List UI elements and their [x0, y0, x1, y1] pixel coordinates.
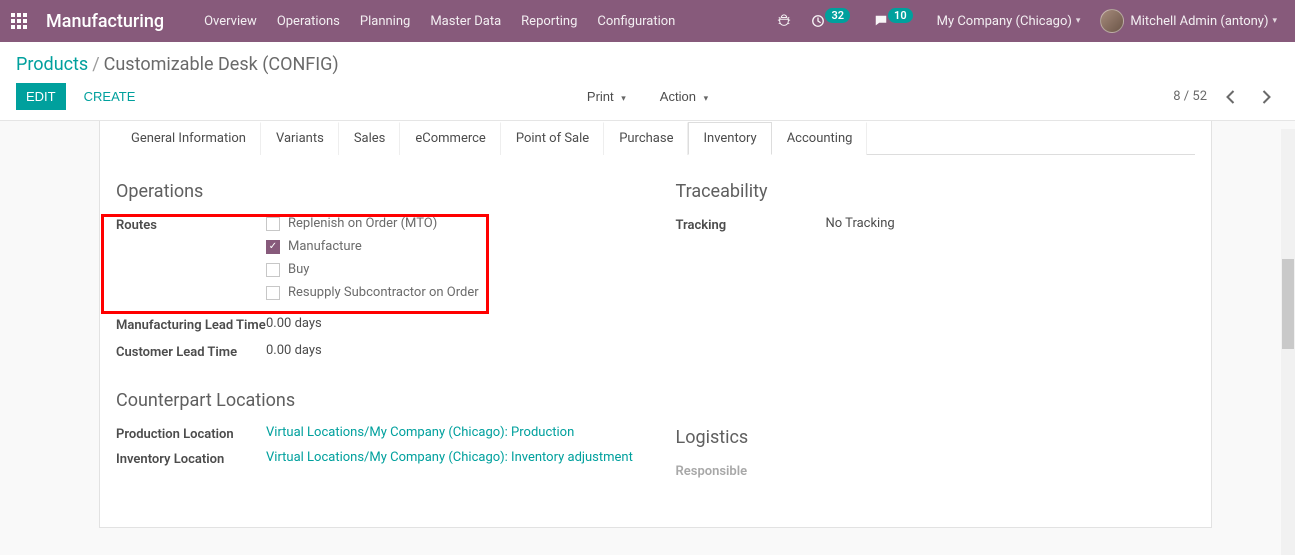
form-sheet: General Information Variants Sales eComm… — [99, 121, 1212, 528]
tab-variants[interactable]: Variants — [261, 122, 339, 155]
pager-position: 8 / 52 — [1173, 89, 1207, 104]
route-option-manufacture[interactable]: ✓ Manufacture — [266, 239, 636, 254]
nav-item-planning[interactable]: Planning — [350, 14, 420, 29]
field-responsible: Responsible — [676, 462, 1196, 479]
chevron-down-icon: ▾ — [1272, 16, 1277, 26]
activity-badge: 32 — [825, 8, 850, 23]
user-name: Mitchell Admin (antony) — [1130, 14, 1268, 29]
right-column: Traceability Tracking No Tracking Logist… — [676, 179, 1196, 487]
company-name: My Company (Chicago) — [937, 14, 1072, 29]
nav-item-master-data[interactable]: Master Data — [420, 14, 511, 29]
inv-loc-value: Virtual Locations/My Company (Chicago): … — [266, 450, 636, 465]
tab-inventory[interactable]: Inventory — [688, 122, 771, 155]
route-option-buy[interactable]: Buy — [266, 262, 636, 277]
notebook-tabs: General Information Variants Sales eComm… — [116, 121, 1195, 155]
route-label: Resupply Subcontractor on Order — [288, 285, 479, 300]
tab-general-information[interactable]: General Information — [116, 122, 261, 155]
nav-item-operations[interactable]: Operations — [267, 14, 350, 29]
nav-item-configuration[interactable]: Configuration — [587, 14, 685, 29]
nav-item-reporting[interactable]: Reporting — [511, 14, 587, 29]
breadcrumb: Products/Customizable Desk (CONFIG) — [0, 42, 1295, 83]
message-badge: 10 — [888, 8, 913, 23]
route-option-mto[interactable]: Replenish on Order (MTO) — [266, 216, 636, 231]
print-label: Print — [587, 89, 614, 104]
tab-sales[interactable]: Sales — [339, 122, 401, 155]
tracking-label: Tracking — [676, 216, 826, 233]
create-button[interactable]: CREATE — [74, 83, 146, 110]
avatar — [1100, 9, 1124, 33]
cust-lead-value: 0.00 days — [266, 343, 636, 358]
routes-label: Routes — [116, 216, 266, 233]
chevron-down-icon: ▾ — [704, 93, 709, 103]
nav-left: Manufacturing Overview Operations Planni… — [10, 0, 685, 42]
tab-ecommerce[interactable]: eCommerce — [400, 122, 500, 155]
form-scroll-area[interactable]: General Information Variants Sales eComm… — [0, 121, 1295, 547]
responsible-label: Responsible — [676, 462, 826, 479]
action-label: Action — [660, 89, 696, 104]
activity-indicator[interactable]: 32 — [801, 0, 864, 42]
pager-prev[interactable] — [1217, 84, 1243, 110]
prod-loc-value: Virtual Locations/My Company (Chicago): … — [266, 425, 636, 440]
prod-loc-link[interactable]: Virtual Locations/My Company (Chicago): … — [266, 425, 574, 440]
tab-accounting[interactable]: Accounting — [772, 122, 868, 155]
nav-item-overview[interactable]: Overview — [194, 14, 267, 29]
checkbox-unchecked-icon — [266, 217, 280, 231]
print-dropdown[interactable]: Print ▾ — [577, 83, 636, 110]
field-tracking: Tracking No Tracking — [676, 216, 1196, 233]
left-column: Operations Routes Replenish on Order (MT… — [116, 179, 636, 487]
form-columns: Operations Routes Replenish on Order (MT… — [116, 179, 1195, 487]
company-switcher[interactable]: My Company (Chicago) ▾ — [927, 0, 1091, 42]
section-traceability-title: Traceability — [676, 181, 1196, 202]
route-option-resupply-subcontractor[interactable]: Resupply Subcontractor on Order — [266, 285, 636, 300]
inv-loc-link[interactable]: Virtual Locations/My Company (Chicago): … — [266, 450, 633, 465]
chevron-down-icon: ▾ — [621, 93, 626, 103]
action-row: EDIT CREATE Print ▾ Action ▾ 8 / 52 — [0, 83, 1295, 120]
cust-lead-label: Customer Lead Time — [116, 343, 266, 360]
mfg-lead-value: 0.00 days — [266, 316, 636, 331]
pager-next[interactable] — [1253, 84, 1279, 110]
checkbox-unchecked-icon — [266, 263, 280, 277]
breadcrumb-current: Customizable Desk (CONFIG) — [104, 54, 339, 75]
vertical-scrollbar-track[interactable] — [1281, 129, 1295, 555]
control-bar: Products/Customizable Desk (CONFIG) EDIT… — [0, 42, 1295, 121]
edit-button[interactable]: EDIT — [16, 83, 66, 110]
action-dropdown[interactable]: Action ▾ — [650, 83, 718, 110]
messaging-indicator[interactable]: 10 — [864, 0, 927, 42]
route-label: Manufacture — [288, 239, 362, 254]
apps-icon[interactable] — [10, 12, 28, 30]
field-production-location: Production Location Virtual Locations/My… — [116, 425, 636, 442]
nav-menu: Overview Operations Planning Master Data… — [194, 14, 685, 29]
top-navbar: Manufacturing Overview Operations Planni… — [0, 0, 1295, 42]
bug-icon[interactable] — [767, 0, 801, 42]
field-manufacturing-lead-time: Manufacturing Lead Time 0.00 days — [116, 316, 636, 335]
tracking-value: No Tracking — [826, 216, 1196, 231]
tab-purchase[interactable]: Purchase — [604, 122, 688, 155]
prod-loc-label: Production Location — [116, 425, 266, 442]
breadcrumb-separator: / — [88, 54, 103, 75]
vertical-scrollbar-thumb[interactable] — [1282, 259, 1294, 349]
mfg-lead-label: Manufacturing Lead Time — [116, 316, 266, 335]
nav-right: 32 10 My Company (Chicago) ▾ Mitchell Adm… — [767, 0, 1287, 42]
section-operations-title: Operations — [116, 181, 636, 202]
section-logistics-title: Logistics — [676, 427, 1196, 448]
field-inventory-location: Inventory Location Virtual Locations/My … — [116, 450, 636, 467]
checkbox-checked-icon: ✓ — [266, 240, 280, 254]
routes-value: Replenish on Order (MTO) ✓ Manufacture B… — [266, 216, 636, 308]
section-counterpart-title: Counterpart Locations — [116, 390, 636, 411]
field-routes: Routes Replenish on Order (MTO) ✓ Manufa… — [116, 216, 636, 308]
app-brand[interactable]: Manufacturing — [46, 11, 164, 32]
pager: 8 / 52 — [1173, 84, 1279, 110]
chevron-down-icon: ▾ — [1076, 16, 1081, 26]
route-label: Buy — [288, 262, 309, 277]
inv-loc-label: Inventory Location — [116, 450, 266, 467]
action-center: Print ▾ Action ▾ — [577, 83, 718, 110]
tab-point-of-sale[interactable]: Point of Sale — [501, 122, 604, 155]
route-label: Replenish on Order (MTO) — [288, 216, 437, 231]
field-customer-lead-time: Customer Lead Time 0.00 days — [116, 343, 636, 360]
checkbox-unchecked-icon — [266, 286, 280, 300]
breadcrumb-root[interactable]: Products — [16, 54, 88, 75]
user-menu[interactable]: Mitchell Admin (antony) ▾ — [1090, 0, 1287, 42]
